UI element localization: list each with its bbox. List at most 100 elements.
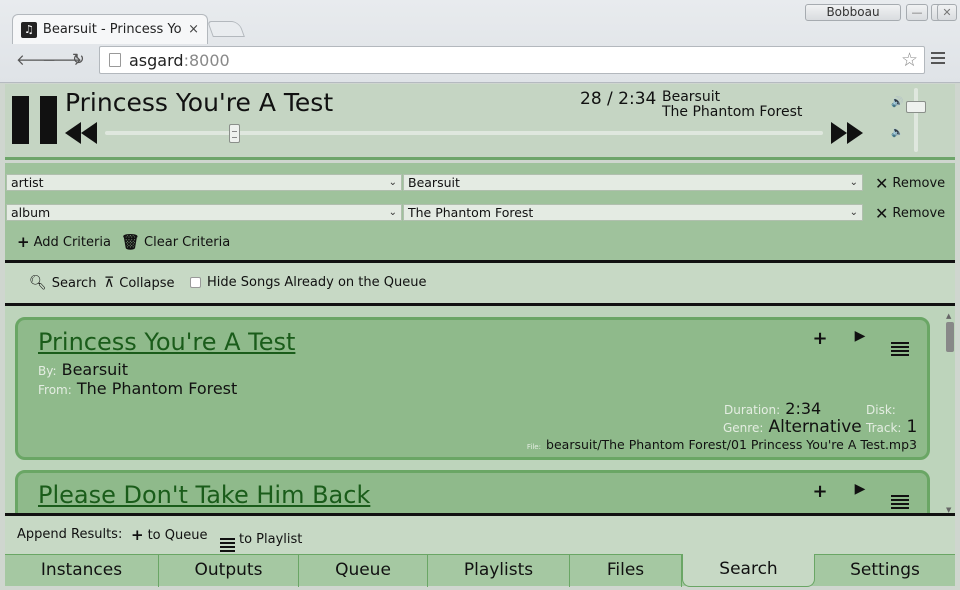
- play-icon[interactable]: ▶: [851, 481, 869, 509]
- results-scrollbar[interactable]: ▲ ▼: [944, 310, 954, 513]
- song-title-link[interactable]: Please Don't Take Him Back: [38, 481, 370, 509]
- song-title-link[interactable]: Princess You're A Test: [38, 328, 295, 356]
- criteria-field-value: artist: [11, 175, 44, 190]
- now-playing-artist: Bearsuit: [662, 89, 721, 105]
- volume-slider-handle[interactable]: [906, 101, 926, 114]
- profile-button[interactable]: Bobboau: [805, 4, 901, 21]
- criteria-field-select-1[interactable]: artist ⌄: [6, 174, 402, 191]
- tab-playlists[interactable]: Playlists: [428, 555, 570, 587]
- by-label: By:: [38, 364, 57, 378]
- url-port: :8000: [183, 50, 230, 70]
- song-album: The Phantom Forest: [76, 379, 238, 398]
- browser-tab-title: Bearsuit - Princess You': [42, 22, 183, 37]
- playback-time: 28 / 2:34: [580, 89, 657, 109]
- now-playing-title: Princess You're A Test: [65, 88, 334, 117]
- artist-line: By: Bearsuit: [38, 360, 128, 379]
- address-bar[interactable]: asgard :8000 ☆: [99, 46, 925, 74]
- add-to-queue-icon[interactable]: +: [811, 481, 829, 509]
- pause-button[interactable]: [12, 96, 58, 144]
- plus-icon: +: [131, 526, 144, 544]
- chevron-down-icon: ⌄: [388, 177, 397, 188]
- progress-slider-handle[interactable]: [229, 124, 241, 143]
- genre-label: Genre:: [723, 421, 764, 435]
- new-tab-button[interactable]: [207, 21, 245, 37]
- add-to-playlist-icon[interactable]: [891, 328, 909, 356]
- volume-down-icon: 🔈: [891, 127, 904, 138]
- tab-settings[interactable]: Settings: [815, 555, 955, 587]
- clear-criteria-label: Clear Criteria: [144, 234, 231, 250]
- play-icon[interactable]: ▶: [851, 328, 869, 356]
- search-button[interactable]: 🔍︎ Search: [29, 275, 96, 291]
- chevron-down-icon: ⌄: [849, 177, 858, 188]
- close-window-icon[interactable]: ✕: [937, 4, 957, 21]
- app-favicon-icon: ♫: [21, 21, 37, 38]
- url-host: asgard: [129, 50, 184, 70]
- result-card: Please Don't Take Him Back + ▶: [15, 470, 930, 513]
- add-to-playlist-icon[interactable]: [891, 481, 909, 509]
- scrollbar-thumb[interactable]: [946, 322, 954, 352]
- collapse-label: Collapse: [119, 275, 175, 291]
- song-duration: 2:34: [785, 399, 822, 418]
- bottom-tab-bar: Instances Outputs Queue Playlists Files …: [5, 554, 955, 587]
- progress-slider[interactable]: [105, 131, 823, 135]
- collapse-icon: ⊼: [104, 275, 115, 291]
- collapse-button[interactable]: ⊼ Collapse: [104, 275, 175, 291]
- append-playlist-label: to Playlist: [239, 531, 303, 547]
- tab-close-icon[interactable]: ×: [188, 22, 199, 37]
- browser-tab[interactable]: ♫ Bearsuit - Princess You' ×: [12, 14, 208, 44]
- disk-line: Disk:: [866, 399, 896, 418]
- tab-instances[interactable]: Instances: [5, 555, 159, 587]
- append-results-label: Append Results:: [17, 527, 123, 542]
- append-to-queue-button[interactable]: + to Queue: [131, 526, 207, 544]
- criteria-value-select-2[interactable]: The Phantom Forest ⌄: [403, 204, 863, 221]
- criteria-value-select-1[interactable]: Bearsuit ⌄: [403, 174, 863, 191]
- next-track-icon[interactable]: [831, 122, 863, 144]
- search-label: Search: [51, 275, 97, 291]
- remove-criteria-button[interactable]: ✕ Remove: [875, 204, 945, 223]
- page-icon: [109, 53, 121, 67]
- previous-track-icon[interactable]: [65, 122, 97, 144]
- plus-icon: +: [17, 233, 30, 251]
- chevron-down-icon: ⌄: [849, 207, 858, 218]
- volume-up-icon: 🔊: [891, 97, 904, 108]
- append-results-bar: Append Results: + to Queue to Playlist: [5, 516, 955, 554]
- trash-icon: 🗑: [121, 233, 141, 251]
- search-toolbar: 🔍︎ Search ⊼ Collapse Hide Songs Already …: [5, 263, 955, 303]
- reload-icon[interactable]: ↻: [72, 50, 85, 68]
- bookmark-star-icon[interactable]: ☆: [901, 49, 918, 71]
- volume-slider[interactable]: [914, 88, 918, 152]
- browser-menu-icon[interactable]: [931, 52, 945, 66]
- duration-label: Duration:: [724, 403, 781, 417]
- tab-search[interactable]: Search: [682, 554, 815, 587]
- hide-queued-toggle[interactable]: Hide Songs Already on the Queue: [190, 275, 426, 290]
- remove-label: Remove: [892, 176, 946, 191]
- scroll-up-icon[interactable]: ▲: [946, 312, 951, 320]
- disk-label: Disk:: [866, 403, 896, 417]
- tab-outputs[interactable]: Outputs: [159, 555, 299, 587]
- browser-chrome: ♫ Bearsuit - Princess You' × Bobboau — □…: [0, 0, 960, 83]
- song-file-path: bearsuit/The Phantom Forest/01 Princess …: [546, 437, 917, 452]
- hide-queued-label: Hide Songs Already on the Queue: [207, 275, 427, 290]
- add-criteria-button[interactable]: + Add Criteria: [17, 233, 111, 251]
- file-line: File: bearsuit/The Phantom Forest/01 Pri…: [527, 434, 917, 453]
- tab-queue[interactable]: Queue: [299, 555, 428, 587]
- append-to-playlist-button[interactable]: to Playlist: [220, 526, 302, 552]
- add-criteria-label: Add Criteria: [33, 234, 111, 250]
- track-label: Track:: [866, 421, 902, 435]
- clear-criteria-button[interactable]: 🗑 Clear Criteria: [121, 233, 230, 251]
- chevron-down-icon: ⌄: [388, 207, 397, 218]
- criteria-value-text: The Phantom Forest: [408, 205, 534, 220]
- criteria-value-text: Bearsuit: [408, 175, 460, 190]
- now-playing-album: The Phantom Forest: [662, 104, 803, 120]
- scroll-down-icon[interactable]: ▼: [946, 506, 951, 513]
- tab-files[interactable]: Files: [570, 555, 682, 587]
- minimize-icon[interactable]: —: [906, 4, 928, 21]
- hide-queued-checkbox[interactable]: [190, 277, 201, 288]
- close-icon: ✕: [875, 174, 889, 193]
- file-label: File:: [526, 443, 541, 451]
- search-icon: 🔍︎: [29, 275, 47, 291]
- criteria-field-select-2[interactable]: album ⌄: [6, 204, 402, 221]
- close-icon: ✕: [875, 204, 889, 223]
- remove-criteria-button[interactable]: ✕ Remove: [875, 174, 945, 193]
- add-to-queue-icon[interactable]: +: [811, 328, 829, 356]
